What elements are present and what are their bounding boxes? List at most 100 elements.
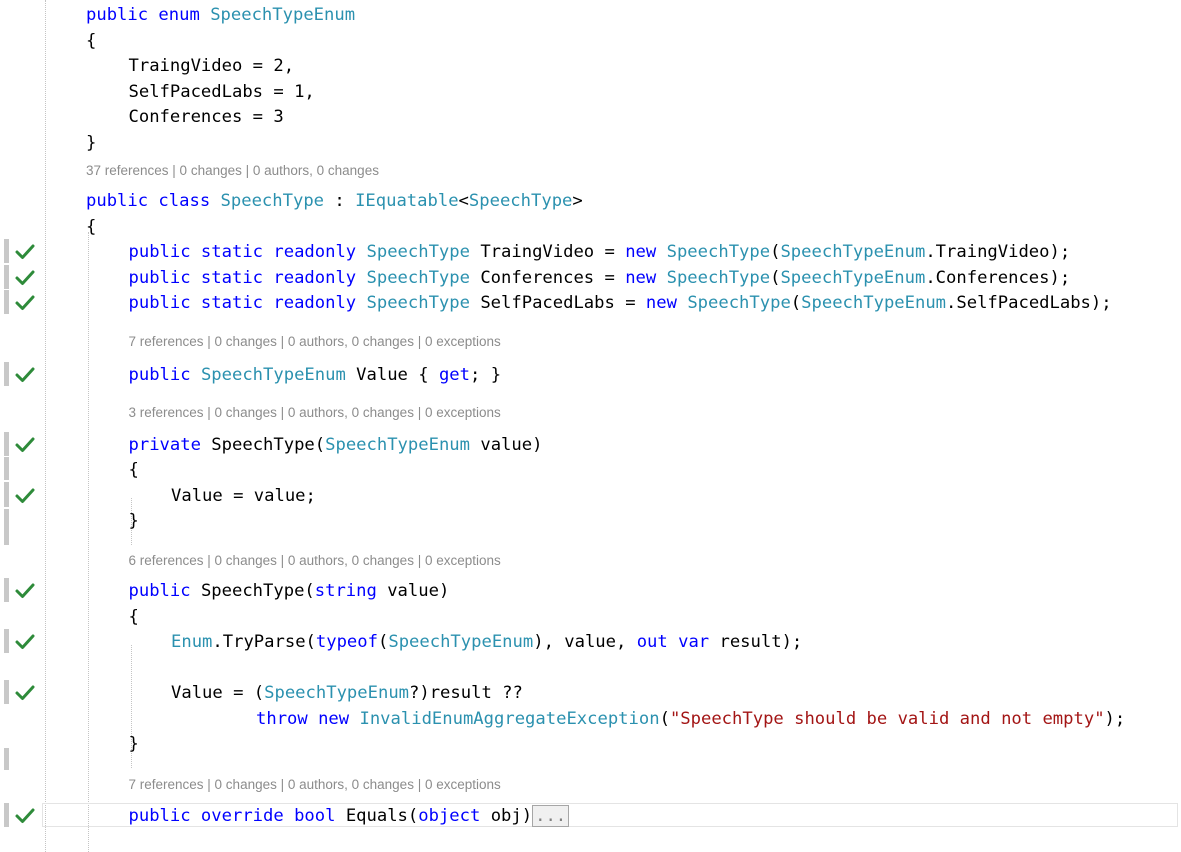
code-token: { [86,216,97,237]
change-marker [4,431,9,456]
code-token: public static readonly [128,293,367,314]
code-token: ( [770,267,781,288]
code-text[interactable]: public static readonly SpeechType Confer… [129,265,1071,291]
code-line: } [0,508,1181,534]
code-token: < [458,191,469,212]
code-token: SpeechTypeEnum [388,632,534,653]
test-passed-icon[interactable] [14,242,36,262]
code-text[interactable]: { [129,604,139,630]
codelens-text[interactable]: 7 references | 0 changes | 0 authors, 0 … [129,332,501,352]
code-line: TraingVideo = 2, [0,53,1181,79]
test-passed-icon[interactable] [14,581,36,601]
code-token: SpeechType [666,242,771,263]
code-text[interactable]: { [86,214,96,240]
code-text[interactable]: public enum SpeechTypeEnum [86,2,355,28]
code-token: SpeechTypeEnum [780,267,926,288]
code-token: obj) [480,805,533,826]
code-text[interactable]: public override bool Equals(object obj).… [129,803,570,829]
code-text[interactable]: SelfPacedLabs = 1, [129,79,315,105]
test-passed-icon[interactable] [14,435,36,455]
code-token: Equals( [345,805,419,826]
code-text[interactable]: public static readonly SpeechType SelfPa… [129,290,1112,316]
change-marker [4,482,9,505]
test-passed-icon[interactable] [14,486,36,506]
code-token: Conferences = 3 [128,107,284,127]
code-token: SpeechType [366,267,470,288]
code-line: public class SpeechType : IEquatable<Spe… [0,188,1181,214]
test-passed-icon[interactable] [14,365,36,385]
codelens-text[interactable]: 7 references | 0 changes | 0 authors, 0 … [129,775,501,795]
code-token: ), value, [533,632,637,653]
code-token: SpeechType [366,293,470,314]
code-editor[interactable]: public enum SpeechTypeEnum{TraingVideo =… [0,0,1181,852]
code-token: SpeechType [666,267,771,288]
code-token: } [86,132,97,153]
change-marker [4,264,9,289]
code-token: public enum [86,5,211,25]
code-text[interactable]: TraingVideo = 2, [129,53,295,79]
code-token: SpeechType( [200,581,315,602]
code-token: InvalidEnumAggregateException [359,708,660,729]
change-marker [4,457,9,480]
code-text[interactable]: Value = value; [171,483,316,509]
code-text[interactable]: public static readonly SpeechType Traing… [129,239,1071,265]
test-passed-icon[interactable] [14,293,36,313]
code-token: public static readonly [128,267,367,288]
code-token: } [128,734,139,755]
code-line: private SpeechType(SpeechTypeEnum value) [0,431,1181,458]
code-token: SelfPacedLabs = [469,293,646,314]
change-marker [4,629,9,642]
code-text[interactable]: public class SpeechType : IEquatable<Spe… [86,188,583,214]
code-token: "SpeechType should be valid and not empt… [669,708,1105,729]
code-text[interactable]: Conferences = 3 [129,104,284,130]
codelens-text[interactable]: 37 references | 0 changes | 0 authors, 0… [86,161,379,181]
code-text[interactable]: Enum.TryParse(typeof(SpeechTypeEnum), va… [171,629,802,655]
code-token: value) [376,581,450,602]
code-text[interactable]: { [129,457,139,483]
test-passed-icon[interactable] [14,268,36,288]
code-text[interactable]: throw new InvalidEnumAggregateException(… [256,706,1125,732]
code-token: } [128,511,139,532]
change-marker [4,802,9,827]
codelens-text[interactable]: 6 references | 0 changes | 0 authors, 0 … [129,551,501,571]
code-token: result); [709,632,803,653]
test-passed-icon[interactable] [14,806,36,826]
code-line: public enum SpeechTypeEnum [0,2,1181,28]
code-text[interactable]: } [129,508,139,534]
code-line: Conferences = 3 [0,104,1181,130]
code-token: string [314,581,377,602]
code-token: new [625,267,667,288]
code-token: > [572,191,583,212]
code-token: SpeechType [366,242,470,263]
code-token: SelfPacedLabs = 1, [128,81,315,102]
code-text[interactable]: Value = (SpeechTypeEnum?)result ?? [171,680,523,706]
code-token: Value { [345,364,439,385]
code-text[interactable]: { [86,28,96,54]
code-token: SpeechTypeEnum [801,293,947,314]
code-token: typeof [315,632,378,653]
codelens-text[interactable]: 3 references | 0 changes | 0 authors, 0 … [129,403,501,423]
test-passed-icon[interactable] [14,683,36,703]
code-token: public class [86,191,221,212]
code-line: } [0,130,1181,156]
code-text[interactable]: } [86,130,96,156]
code-token: SpeechType [687,293,791,314]
code-line: Value = (SpeechTypeEnum?)result ?? [0,680,1181,706]
code-token: SpeechTypeEnum [200,364,346,385]
test-passed-icon[interactable] [14,632,36,652]
code-token: ); [1104,708,1126,729]
code-token: ( [659,708,670,729]
code-token: public [128,581,201,602]
code-token: public override bool [128,805,346,826]
indent-guide [88,232,89,852]
change-marker [4,239,9,264]
code-text[interactable]: private SpeechType(SpeechTypeEnum value) [129,432,543,458]
change-marker [4,290,9,315]
code-text[interactable]: public SpeechType(string value) [129,578,450,604]
code-token: TraingVideo = [469,242,626,263]
code-text[interactable]: } [129,731,139,757]
change-marker [4,680,9,705]
code-text[interactable]: public SpeechTypeEnum Value { get; } [129,362,502,388]
code-token: .TryParse( [212,632,316,653]
collapsed-region-button[interactable]: ... [532,804,570,827]
